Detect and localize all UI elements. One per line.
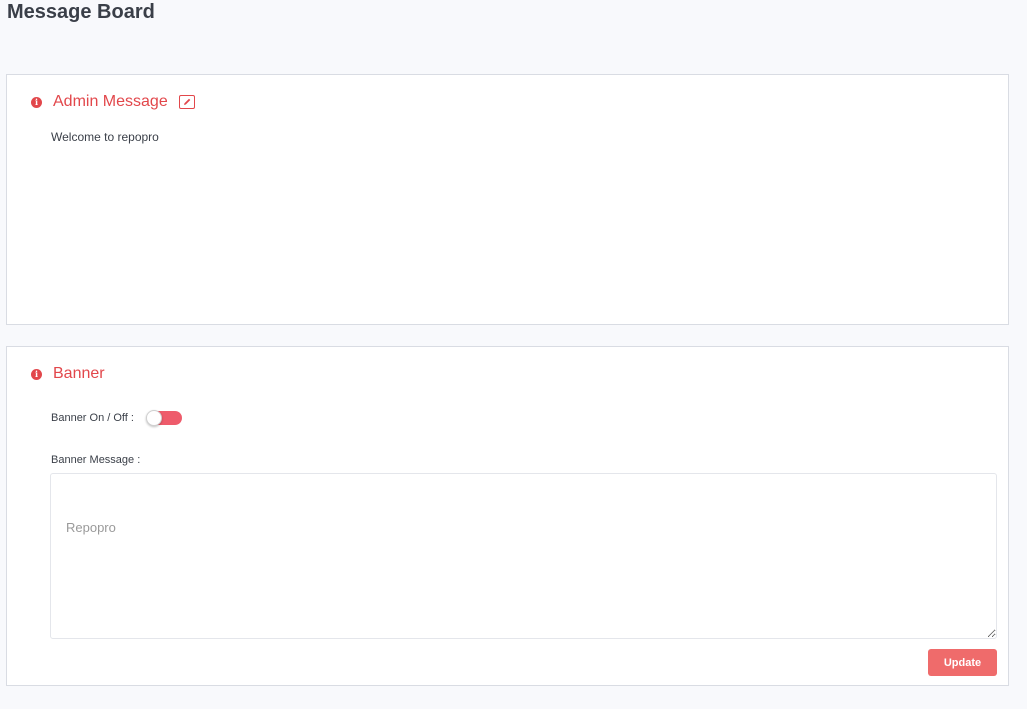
toggle-knob — [145, 410, 162, 426]
banner-panel: i Banner Banner On / Off : Banner Messag… — [6, 346, 1009, 686]
update-button[interactable]: Update — [928, 649, 997, 676]
banner-message-label: Banner Message : — [51, 454, 141, 466]
banner-header: i Banner — [31, 364, 105, 384]
banner-toggle-row: Banner On / Off : — [51, 410, 182, 426]
banner-toggle[interactable] — [145, 410, 182, 426]
info-icon: i — [31, 96, 42, 108]
admin-message-panel: i Admin Message Welcome to repopro — [6, 74, 1009, 325]
admin-message-heading: Admin Message — [53, 93, 168, 110]
edit-icon[interactable] — [178, 95, 195, 109]
banner-heading: Banner — [53, 365, 105, 382]
admin-message-text: Welcome to repopro — [51, 130, 159, 144]
banner-toggle-label: Banner On / Off : — [51, 412, 134, 424]
info-icon: i — [31, 368, 42, 380]
banner-message-input[interactable] — [50, 473, 997, 639]
page-title: Message Board — [7, 1, 155, 23]
admin-message-header: i Admin Message — [31, 92, 195, 112]
